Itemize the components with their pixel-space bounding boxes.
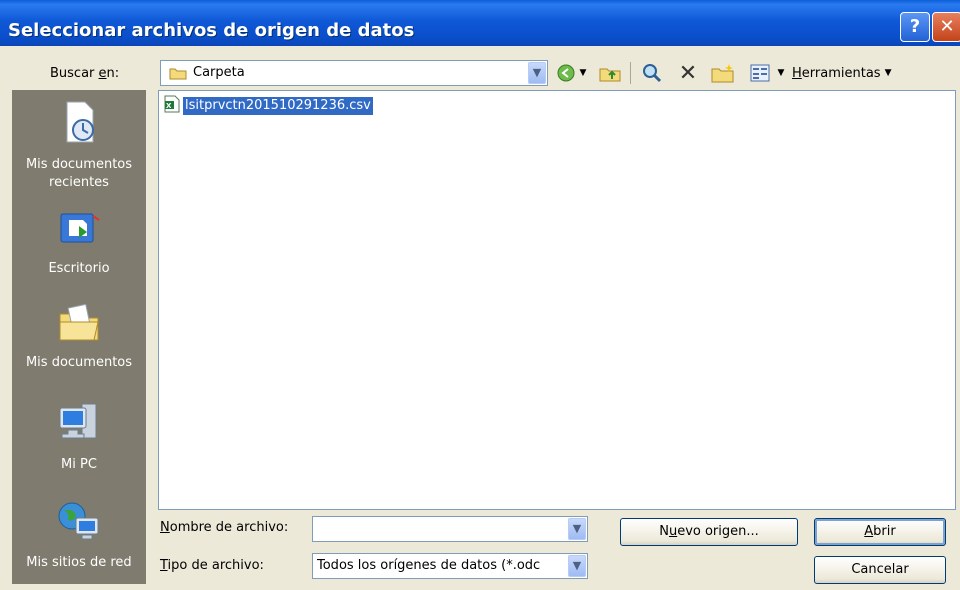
back-icon[interactable] — [555, 62, 577, 84]
file-name: lsitprvctn201510291236.csv — [183, 97, 373, 115]
places-bar: Mis documentos recientes Escritorio Mis … — [12, 90, 146, 584]
place-label: Mi PC — [61, 457, 97, 472]
chevron-down-icon[interactable]: ▼ — [528, 62, 546, 84]
chevron-down-icon[interactable]: ▼ — [568, 518, 586, 540]
filetype-label: Tipo de archivo: — [160, 558, 264, 573]
open-button[interactable]: Abrir — [814, 518, 946, 546]
my-computer-icon — [12, 400, 146, 452]
recent-documents-icon — [12, 100, 146, 152]
place-my-documents[interactable]: Mis documentos — [12, 300, 146, 372]
place-desktop[interactable]: Escritorio — [12, 206, 146, 278]
toolbar-separator — [630, 62, 631, 84]
views-dropdown-icon[interactable]: ▼ — [776, 62, 786, 84]
place-label: Escritorio — [48, 261, 110, 276]
place-my-computer[interactable]: Mi PC — [12, 400, 146, 474]
cancel-button[interactable]: Cancelar — [814, 556, 946, 584]
my-documents-icon — [12, 300, 146, 350]
filetype-value: Todos los orígenes de datos (*.odc — [317, 558, 541, 573]
place-label: Mis documentos — [25, 157, 133, 172]
views-icon[interactable] — [748, 62, 772, 84]
delete-icon[interactable]: ✕ — [676, 61, 700, 86]
help-button[interactable]: ? — [900, 12, 930, 42]
up-folder-icon[interactable] — [598, 62, 622, 84]
place-label: Mis documentos — [25, 355, 133, 370]
filetype-select[interactable]: Todos los orígenes de datos (*.odc ▼ — [312, 553, 588, 579]
folder-icon — [169, 66, 187, 84]
close-button[interactable]: ✕ — [932, 12, 960, 42]
place-label: recientes — [49, 175, 109, 190]
place-network-places[interactable]: Mis sitios de red — [12, 498, 146, 572]
place-recent-documents[interactable]: Mis documentos recientes — [12, 100, 146, 192]
new-folder-icon[interactable] — [710, 62, 736, 84]
network-places-icon — [12, 498, 146, 550]
new-source-button[interactable]: Nuevo origen... — [620, 518, 798, 546]
back-dropdown-icon[interactable]: ▼ — [578, 62, 588, 84]
window-title: Seleccionar archivos de origen de datos — [8, 20, 415, 41]
place-label: Mis sitios de red — [26, 555, 132, 570]
file-list[interactable]: X lsitprvctn201510291236.csv — [158, 90, 956, 510]
look-in-value: Carpeta — [193, 65, 245, 80]
filename-input[interactable]: ▼ — [312, 516, 588, 542]
search-web-icon[interactable] — [640, 62, 664, 84]
chevron-down-icon[interactable]: ▼ — [568, 555, 586, 577]
desktop-icon — [12, 206, 146, 256]
look-in-label: Buscar en: — [50, 66, 120, 81]
filename-label: Nombre de archivo: — [160, 520, 289, 535]
tools-menu[interactable]: Herramientas ▼ — [792, 62, 922, 84]
svg-text:X: X — [166, 102, 172, 110]
title-bar: Seleccionar archivos de origen de datos … — [0, 0, 960, 46]
list-item[interactable]: X lsitprvctn201510291236.csv — [163, 95, 373, 117]
tools-dropdown-icon: ▼ — [884, 68, 892, 78]
csv-file-icon: X — [163, 95, 181, 117]
look-in-combo[interactable]: Carpeta ▼ — [160, 60, 548, 86]
